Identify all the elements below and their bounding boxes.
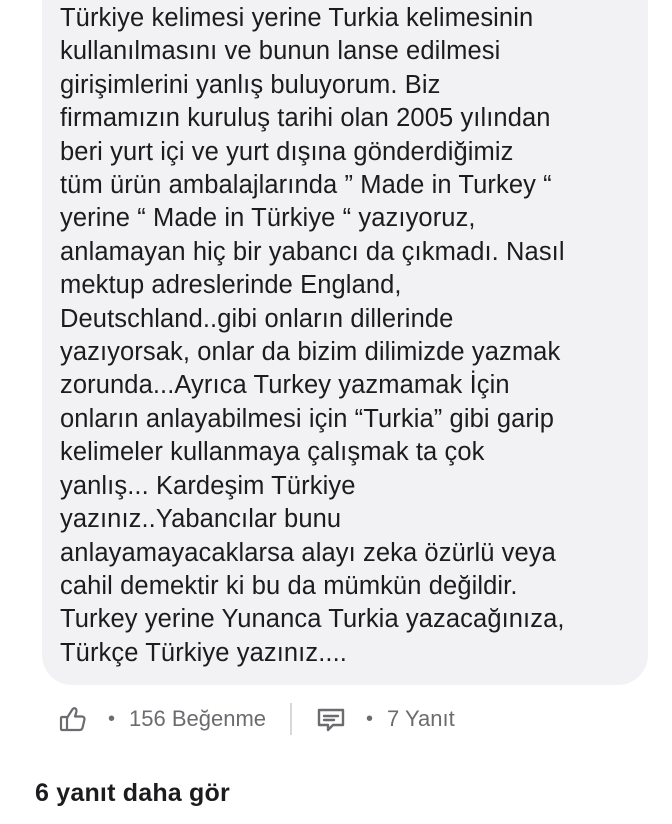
comment-text: Türkiye kelimesi yerine Turkia kelimesin… xyxy=(60,2,645,670)
comment-line: anlayamayacaklarsa alayı zeka özürlü vey… xyxy=(60,538,556,567)
see-more-replies-link[interactable]: 6 yanıt daha gör xyxy=(35,779,230,808)
comment-line: yazıyorsak, onlar da bizim dilimizde yaz… xyxy=(60,338,561,367)
comment-line: yerine “ Made in Türkiye “ yazıyoruz, xyxy=(60,204,476,233)
comment-line: firmamızın kuruluş tarihi olan 2005 yılı… xyxy=(60,104,551,133)
separator-dot: • xyxy=(366,707,374,730)
separator-dot: • xyxy=(108,707,116,730)
comment-line: Deutschland..gibi onların dillerinde xyxy=(60,304,454,333)
like-button[interactable]: • 156 Beğenme xyxy=(58,704,266,734)
comment-line: onların anlayabilmesi için “Turkia” gibi… xyxy=(60,404,555,433)
comment-line: mektup adreslerinde England, xyxy=(60,271,402,300)
comment-line: yanlış... Kardeşim Türkiye xyxy=(60,471,356,500)
comment-line: Turkey yerine Yunanca Turkia yazacağınız… xyxy=(60,605,565,634)
comment-line: kelimeler kullanmaya çalışmak ta çok xyxy=(60,438,485,467)
comment-line: kullanılmasını ve bunun lanse edilmesi xyxy=(60,37,501,66)
like-count: 156 Beğenme xyxy=(129,706,267,731)
comment-line: cahil demektir ki bu da mümkün değildir. xyxy=(60,571,518,600)
reply-button[interactable]: • 7 Yanıt xyxy=(316,704,455,734)
thumbs-up-icon[interactable] xyxy=(58,704,88,734)
comment-line: anlamayan hiç bir yabancı da çıkmadı. Na… xyxy=(60,237,565,266)
comment-line: Türkiye kelimesi yerine Turkia kelimesin… xyxy=(60,4,534,32)
reply-count: 7 Yanıt xyxy=(387,706,455,731)
comment-actions: • 156 Beğenme • 7 Yanıt xyxy=(58,700,455,738)
action-divider xyxy=(290,703,293,735)
comment-line: beri yurt içi ve yurt dışına gönderdiğim… xyxy=(60,137,514,166)
comment-line: yazınız..Yabancılar bunu xyxy=(60,505,342,534)
comment-line: tüm ürün ambalajlarında ” Made in Turkey… xyxy=(60,171,552,200)
comment-line: zorunda...Ayrıca Turkey yazmamak İçin xyxy=(60,371,510,400)
comment-line: Türkçe Türkiye yazınız.... xyxy=(60,638,347,667)
comment-icon[interactable] xyxy=(316,704,346,734)
comment-line: girişimlerini yanlış buluyorum. Biz xyxy=(60,70,441,99)
